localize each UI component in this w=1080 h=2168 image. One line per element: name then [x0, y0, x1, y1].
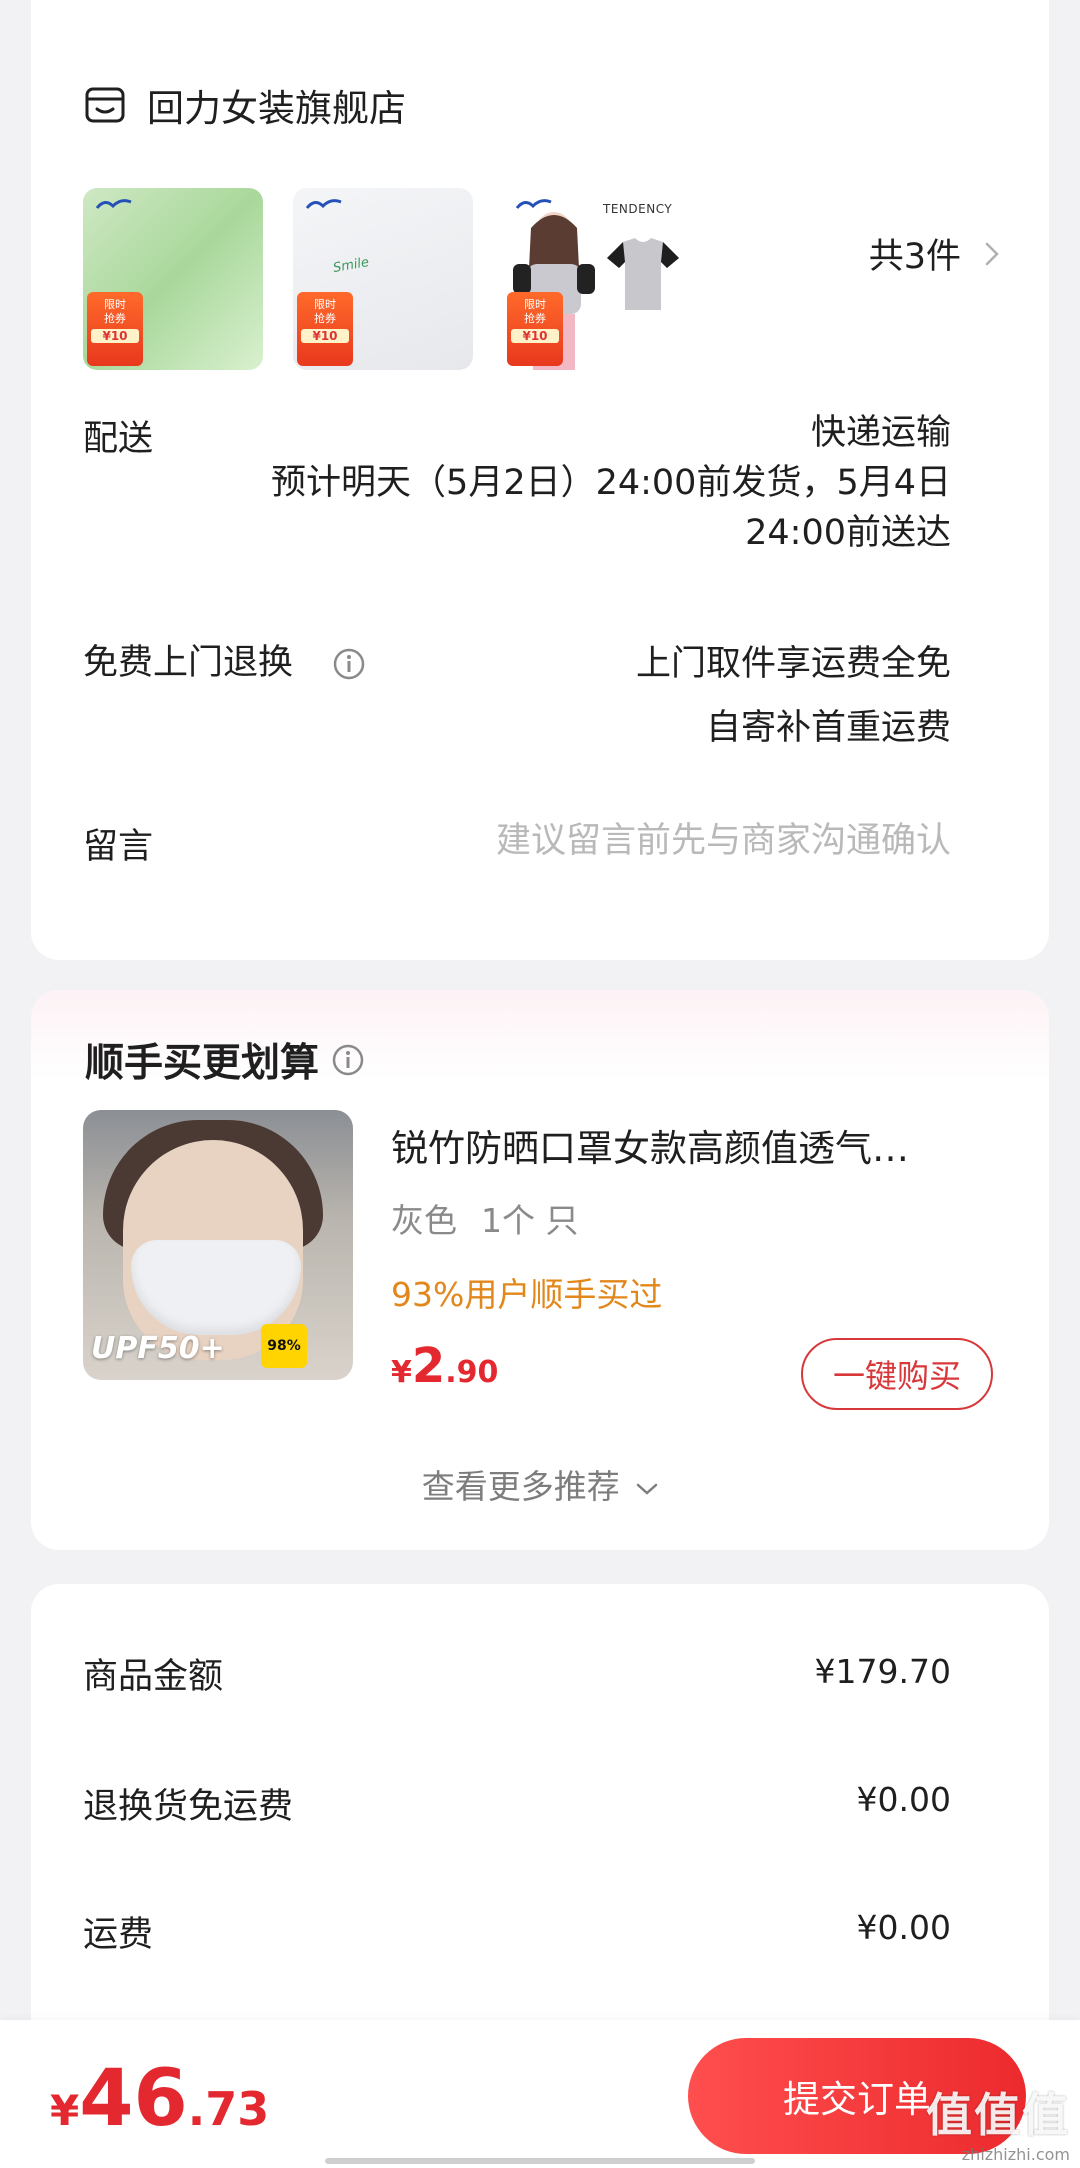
watermark: 值值值 zhizhizhi.com — [926, 2079, 1070, 2164]
item-thumb-2[interactable]: Smile 限时 抢券 ¥10 — [293, 188, 473, 370]
delivery-label: 配送 — [83, 419, 154, 459]
recommend-price: ¥2.90 — [391, 1338, 499, 1394]
promo-tag: 限时 抢券 ¥10 — [507, 292, 563, 366]
one-click-buy-button[interactable]: 一键购买 — [801, 1338, 993, 1410]
shirt-print-text: Smile — [331, 254, 371, 277]
store-header[interactable]: 回力女装旗舰店 — [83, 78, 406, 132]
info-icon[interactable] — [331, 1043, 365, 1077]
delivery-eta-line1: 预计明天（5月2日）24:00前发货，5月4日 — [271, 463, 951, 503]
returns-row-label: 免费上门退换 — [83, 634, 366, 685]
returns-label: 免费上门退换 — [83, 643, 294, 683]
watermark-url: zhizhizhi.com — [961, 2145, 1070, 2164]
summary-label-return-shipping: 退换货免运费 — [83, 1787, 294, 1827]
summary-label-shipping: 运费 — [83, 1915, 154, 1955]
home-indicator[interactable] — [325, 2158, 755, 2164]
uv-badge: 98% — [261, 1324, 307, 1368]
chevron-down-icon — [637, 1483, 658, 1495]
item-thumb-1[interactable]: 限时 抢券 ¥10 — [83, 188, 263, 370]
watermark-logo: 值值值 — [926, 2088, 1070, 2142]
recommend-title-text: 顺手买更划算 — [85, 1041, 320, 1086]
order-card: 回力女装旗舰店 限时 抢券 ¥10 Smile 限时 抢券 ¥10 TENDEN… — [31, 0, 1049, 960]
delivery-info: 快递运输 预计明天（5月2日）24:00前发货，5月4日 24:00前送达 — [271, 408, 951, 558]
item-thumbnails[interactable]: 限时 抢券 ¥10 Smile 限时 抢券 ¥10 TENDENCY 限时 抢券… — [83, 188, 723, 370]
item-count-link[interactable]: 共3件 — [869, 228, 999, 279]
recommend-title: 顺手买更划算 — [85, 1032, 365, 1088]
chevron-right-icon — [985, 242, 999, 265]
more-label: 查看更多推荐 — [421, 1467, 620, 1506]
social-proof: 93%用户顺手买过 — [391, 1275, 663, 1314]
returns-line1: 上门取件享运费全免 — [635, 644, 951, 684]
summary-value-goods: ¥179.70 — [814, 1652, 951, 1691]
info-icon[interactable] — [332, 647, 366, 681]
recommend-product-image[interactable]: UPF50+ 98% — [83, 1110, 353, 1380]
promo-tag: 限时 抢券 ¥10 — [87, 292, 143, 366]
brand-logo-icon — [95, 199, 132, 209]
promo-tag: 限时 抢券 ¥10 — [297, 292, 353, 366]
delivery-eta-line2: 24:00前送达 — [745, 513, 951, 553]
item-count-label: 共3件 — [868, 237, 961, 277]
store-name: 回力女装旗舰店 — [147, 87, 406, 130]
more-recommendations-link[interactable]: 查看更多推荐 — [31, 1460, 1049, 1508]
returns-info: 上门取件享运费全免 自寄补首重运费 — [636, 632, 951, 760]
note-input[interactable]: 建议留言前先与商家沟通确认 — [496, 816, 951, 866]
recommend-product-spec: 灰色 1个 只 — [391, 1194, 579, 1242]
summary-value-shipping: ¥0.00 — [856, 1908, 951, 1947]
note-label: 留言 — [83, 827, 154, 867]
upf-label: UPF50+ — [91, 1331, 225, 1366]
checkout-bar: ¥46.73 提交订单 值值值 zhizhizhi.com — [0, 2020, 1080, 2168]
recommend-card: 顺手买更划算 UPF50+ 98% 锐竹防晒口罩女款高颜值透气… 灰色 1个 只 … — [31, 990, 1049, 1550]
summary-value-return-shipping: ¥0.00 — [856, 1780, 951, 1819]
summary-label-goods: 商品金额 — [83, 1657, 224, 1697]
tshirt-icon — [607, 238, 679, 310]
brand-text: TENDENCY — [603, 202, 673, 216]
spec-qty: 1个 只 — [481, 1201, 579, 1240]
delivery-method: 快递运输 — [810, 413, 951, 453]
brand-logo-icon — [305, 199, 342, 209]
item-thumb-3[interactable]: TENDENCY 限时 抢券 ¥10 — [503, 188, 693, 370]
returns-line2: 自寄补首重运费 — [705, 708, 951, 748]
recommend-product-name[interactable]: 锐竹防晒口罩女款高颜值透气… — [391, 1118, 991, 1172]
store-icon — [85, 87, 125, 123]
total-price: ¥46.73 — [50, 2054, 270, 2144]
spec-color: 灰色 — [391, 1201, 457, 1240]
